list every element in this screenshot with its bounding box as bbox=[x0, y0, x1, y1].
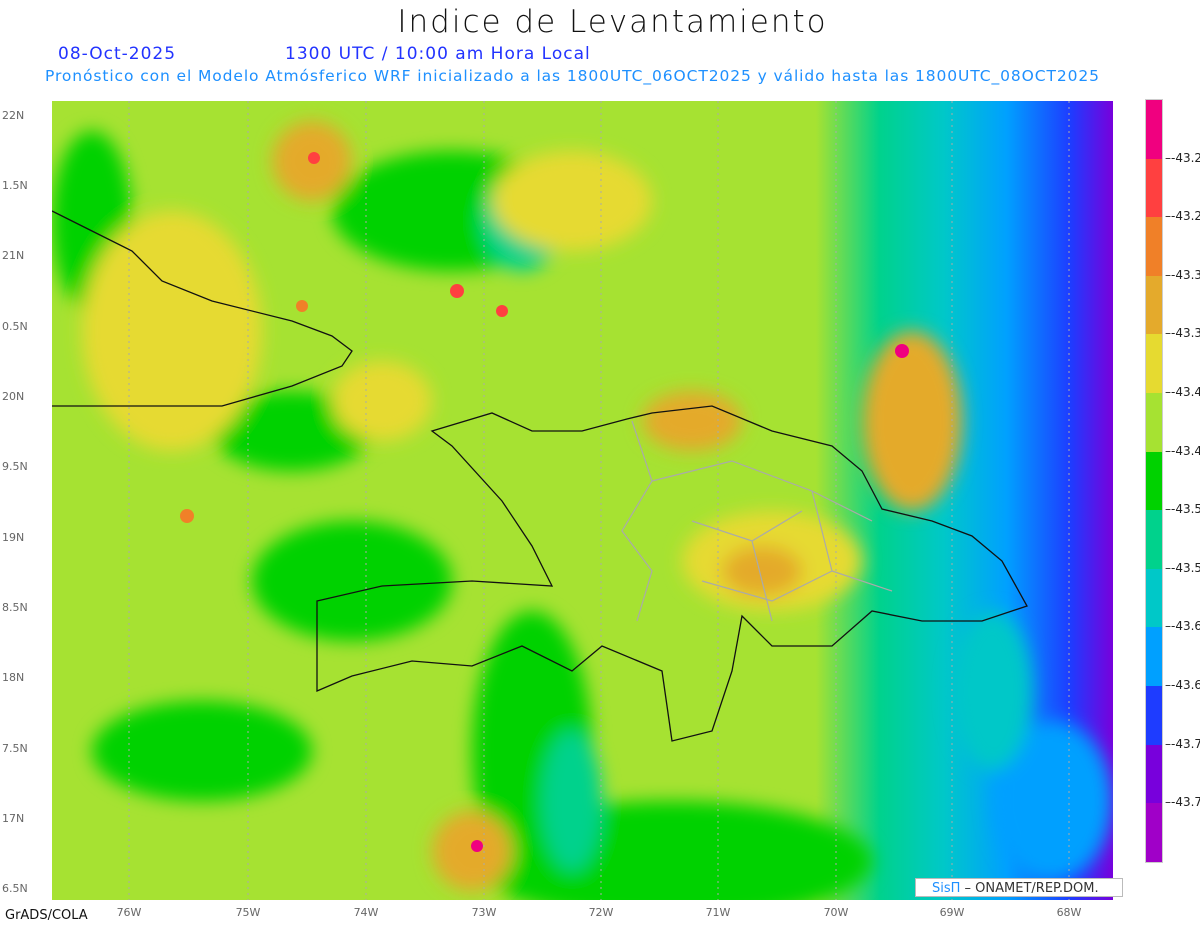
colorbar-swatch bbox=[1146, 685, 1162, 745]
lat-label: 22N bbox=[2, 109, 25, 122]
colorbar-label: –-43.6 bbox=[1165, 619, 1200, 634]
colorbar-label: –-43.5 bbox=[1165, 502, 1200, 517]
colorbar-label: –-43.4 bbox=[1165, 443, 1200, 458]
lat-label: 18N bbox=[2, 671, 25, 684]
forecast-date: 08-Oct-2025 bbox=[58, 44, 177, 64]
lat-label: 8.5N bbox=[2, 601, 28, 614]
colorbar-label: –-43.2 bbox=[1165, 150, 1200, 165]
lon-label: 68W bbox=[1056, 906, 1082, 919]
lon-label: 71W bbox=[705, 906, 731, 919]
map-title: Indice de Levantamiento bbox=[397, 4, 828, 40]
colorbar-swatch bbox=[1146, 158, 1162, 218]
colorbar-label: –-43.2 bbox=[1165, 209, 1200, 224]
colorbar-swatch bbox=[1146, 451, 1162, 511]
colorbar-swatch bbox=[1146, 217, 1162, 276]
colorbar-swatch bbox=[1146, 334, 1162, 393]
lat-label: 21N bbox=[2, 249, 25, 262]
forecast-time: 1300 UTC / 10:00 am Hora Local bbox=[285, 44, 591, 64]
colorbar-label: –-43.6 bbox=[1165, 678, 1200, 692]
colorbar-swatch bbox=[1146, 803, 1162, 862]
colorbar-label: –-43.7 bbox=[1165, 736, 1200, 751]
credit-box: SisΠ – ONAMET/REP.DOM. bbox=[915, 878, 1123, 897]
colorbar-swatch bbox=[1146, 627, 1162, 686]
colorbar-label: –-43.3 bbox=[1165, 326, 1200, 341]
lon-label: 73W bbox=[471, 906, 497, 919]
colorbar-label: –-43.4 bbox=[1165, 385, 1200, 399]
lat-label: 6.5N bbox=[2, 882, 28, 895]
colorbar-swatch bbox=[1146, 510, 1162, 569]
lon-label: 76W bbox=[116, 906, 142, 919]
colorbar-swatch bbox=[1146, 275, 1162, 335]
lat-label: 1.5N bbox=[2, 179, 28, 192]
lat-label: 17N bbox=[2, 812, 25, 825]
model-subtitle: Pronóstico con el Modelo Atmósferico WRF… bbox=[45, 67, 1100, 85]
colorbar-label: –-43.7 bbox=[1165, 795, 1200, 810]
grads-label: GrADS/COLA bbox=[5, 908, 88, 923]
credit-text: – ONAMET/REP.DOM. bbox=[960, 881, 1099, 896]
colorbar-swatch bbox=[1146, 568, 1162, 628]
sispi-logo: SisΠ bbox=[932, 881, 961, 896]
lon-label: 70W bbox=[823, 906, 849, 919]
lon-label: 75W bbox=[235, 906, 261, 919]
lat-label: 9.5N bbox=[2, 460, 28, 473]
colorbar-swatch bbox=[1146, 100, 1162, 159]
colorbar-swatch bbox=[1146, 392, 1162, 452]
lon-label: 72W bbox=[588, 906, 614, 919]
colorbar-swatch bbox=[1146, 744, 1162, 804]
lat-label: 20N bbox=[2, 390, 25, 403]
lat-label: 19N bbox=[2, 531, 25, 544]
colorbar-label: –-43.3 bbox=[1165, 267, 1200, 282]
colorbar bbox=[1145, 99, 1163, 863]
lon-label: 69W bbox=[939, 906, 965, 919]
lon-label: 74W bbox=[353, 906, 379, 919]
lat-label: 0.5N bbox=[2, 320, 28, 333]
lifted-index-map bbox=[52, 101, 1113, 900]
lat-label: 7.5N bbox=[2, 742, 28, 755]
colorbar-label: –-43.5 bbox=[1165, 560, 1200, 575]
